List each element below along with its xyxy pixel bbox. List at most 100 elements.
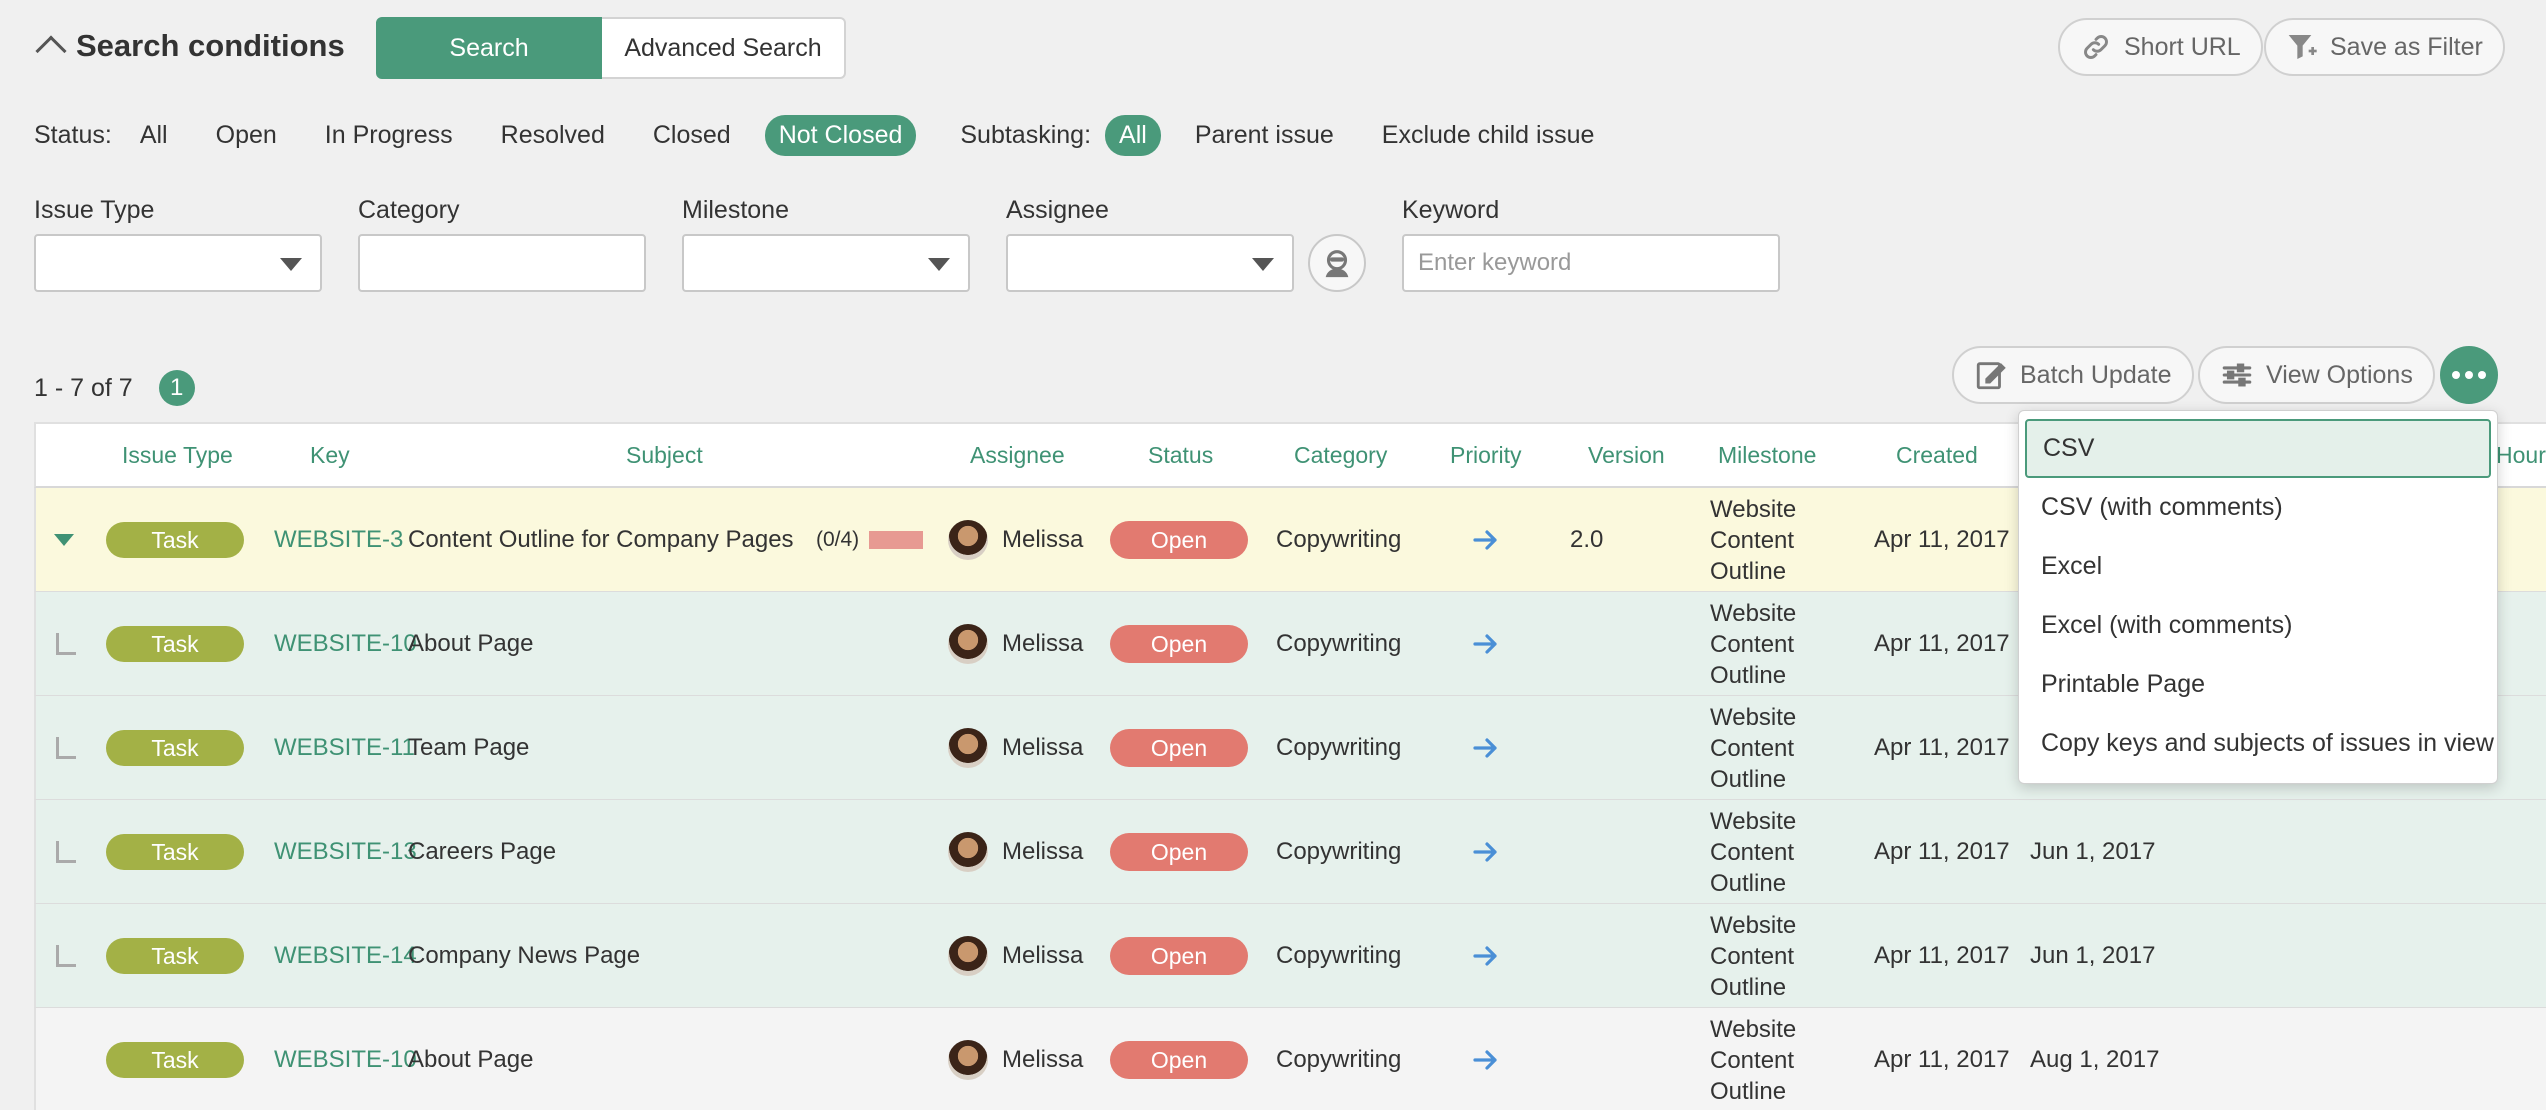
col-key[interactable]: Key	[310, 424, 350, 486]
short-url-label: Short URL	[2124, 32, 2241, 61]
more-options-button[interactable]	[2440, 346, 2498, 404]
col-priority[interactable]: Priority	[1450, 424, 1522, 486]
issue-subject-link[interactable]: Company News Page	[408, 904, 640, 1008]
assignee-name: Melissa	[1002, 526, 1084, 553]
export-menu: CSV CSV (with comments) Excel Excel (wit…	[2018, 410, 2498, 784]
issue-key-link[interactable]: WEBSITE-11	[274, 696, 415, 800]
menu-item-csv-with-comments[interactable]: CSV (with comments)	[2025, 478, 2491, 537]
col-milestone[interactable]: Milestone	[1718, 424, 1816, 486]
status-badge: Open	[1110, 1041, 1248, 1079]
col-subject[interactable]: Subject	[626, 424, 703, 486]
tab-advanced-search[interactable]: Advanced Search	[602, 17, 846, 79]
col-status[interactable]: Status	[1148, 424, 1213, 486]
issue-type-tag: Task	[106, 522, 244, 558]
person-icon	[1325, 250, 1349, 278]
issue-key-link[interactable]: WEBSITE-10	[274, 592, 417, 696]
search-conditions-toggle[interactable]: Search conditions	[34, 28, 345, 67]
issue-key-link[interactable]: WEBSITE-13	[274, 800, 417, 904]
menu-item-excel-with-comments[interactable]: Excel (with comments)	[2025, 596, 2491, 655]
menu-item-copy-keys-subjects[interactable]: Copy keys and subjects of issues in view	[2025, 714, 2494, 773]
avatar	[948, 520, 988, 560]
menu-item-excel[interactable]: Excel	[2025, 537, 2491, 596]
due-cell: Jun 1, 2017	[2030, 838, 2156, 865]
table-row[interactable]: Task WEBSITE-13 Careers Page Melissa Ope…	[34, 800, 2546, 904]
priority-cell	[1472, 488, 1500, 592]
issue-type-tag: Task	[106, 938, 244, 974]
sliders-icon	[2222, 363, 2252, 387]
status-badge: Open	[1110, 937, 1248, 975]
assignee-name: Melissa	[1002, 838, 1084, 865]
status-badge: Open	[1110, 729, 1248, 767]
avatar	[948, 936, 988, 976]
issue-subject-link[interactable]: Careers Page	[408, 800, 556, 904]
short-url-button[interactable]: Short URL	[2058, 18, 2263, 76]
caret-down-icon	[1252, 258, 1274, 271]
keyword-input[interactable]: Enter keyword	[1402, 234, 1780, 292]
priority-cell	[1472, 904, 1500, 1008]
table-row[interactable]: Task WEBSITE-10 About Page Melissa Open …	[34, 1008, 2546, 1110]
status-option-open[interactable]: Open	[202, 115, 291, 156]
col-version[interactable]: Version	[1588, 424, 1665, 486]
status-badge: Open	[1110, 521, 1248, 559]
batch-update-button[interactable]: Batch Update	[1952, 346, 2194, 404]
status-option-closed[interactable]: Closed	[639, 115, 745, 156]
status-option-all[interactable]: All	[126, 115, 182, 156]
status-option-in-progress[interactable]: In Progress	[311, 115, 467, 156]
result-count: 1 - 7 of 7 1	[34, 370, 195, 406]
issue-key-link[interactable]: WEBSITE-3	[274, 488, 403, 592]
col-created[interactable]: Created	[1896, 424, 1978, 486]
issue-key-link[interactable]: WEBSITE-14	[274, 904, 417, 1008]
created-cell: Apr 11, 2017	[1874, 734, 2010, 761]
issue-type-label: Issue Type	[34, 196, 155, 224]
menu-item-printable-page[interactable]: Printable Page	[2025, 655, 2491, 714]
issue-type-tag: Task	[106, 626, 244, 662]
issue-subject-link[interactable]: About Page	[408, 592, 533, 696]
caret-down-icon	[928, 258, 950, 271]
subtasking-option-all[interactable]: All	[1105, 115, 1161, 156]
subtasking-option-parent[interactable]: Parent issue	[1181, 115, 1348, 156]
arrow-right-icon	[1473, 1050, 1497, 1070]
subtask-arrow-icon	[56, 841, 76, 863]
subtask-arrow-icon	[56, 633, 76, 655]
priority-cell	[1472, 592, 1500, 696]
menu-item-csv[interactable]: CSV	[2025, 419, 2491, 478]
result-count-text: 1 - 7 of 7	[34, 373, 133, 402]
col-category[interactable]: Category	[1294, 424, 1387, 486]
batch-update-label: Batch Update	[2020, 360, 2172, 389]
status-option-resolved[interactable]: Resolved	[487, 115, 619, 156]
issue-subject-link[interactable]: Content Outline for Company Pages	[408, 488, 794, 592]
created-cell: Apr 11, 2017	[1874, 1046, 2010, 1073]
col-hours[interactable]: Hours	[2496, 424, 2546, 486]
view-options-button[interactable]: View Options	[2198, 346, 2435, 404]
assign-to-me-button[interactable]	[1308, 234, 1366, 292]
priority-cell	[1472, 696, 1500, 800]
category-cell: Copywriting	[1276, 526, 1402, 553]
category-label: Category	[358, 196, 460, 224]
save-as-filter-button[interactable]: Save as Filter	[2264, 18, 2505, 76]
issue-subject-link[interactable]: Team Page	[408, 696, 529, 800]
issue-subject-link[interactable]: About Page	[408, 1008, 533, 1110]
milestone-cell: Website Content Outline	[1710, 807, 1797, 897]
category-input[interactable]	[358, 234, 646, 292]
col-assignee[interactable]: Assignee	[970, 424, 1065, 486]
issue-type-select[interactable]	[34, 234, 322, 292]
milestone-cell: Website Content Outline	[1710, 599, 1797, 689]
milestone-select[interactable]	[682, 234, 970, 292]
col-issue-type[interactable]: Issue Type	[122, 424, 233, 486]
issue-key-link[interactable]: WEBSITE-10	[274, 1008, 417, 1110]
caret-down-icon	[280, 258, 302, 271]
status-option-not-closed[interactable]: Not Closed	[764, 115, 917, 156]
arrow-right-icon	[1473, 634, 1497, 654]
subtask-progress-bar	[869, 531, 924, 549]
milestone-cell: Website Content Outline	[1710, 1015, 1797, 1105]
subtasking-option-exclude-child[interactable]: Exclude child issue	[1368, 115, 1609, 156]
table-row[interactable]: Task WEBSITE-14 Company News Page Meliss…	[34, 904, 2546, 1008]
tab-search[interactable]: Search	[376, 17, 602, 79]
assignee-select[interactable]	[1006, 234, 1294, 292]
collapse-subtasks-toggle[interactable]	[54, 488, 74, 592]
assignee-name: Melissa	[1002, 734, 1084, 761]
page-number[interactable]: 1	[158, 370, 195, 406]
due-cell: Aug 1, 2017	[2030, 1046, 2160, 1073]
priority-cell	[1472, 1008, 1500, 1110]
assignee-label: Assignee	[1006, 196, 1109, 224]
